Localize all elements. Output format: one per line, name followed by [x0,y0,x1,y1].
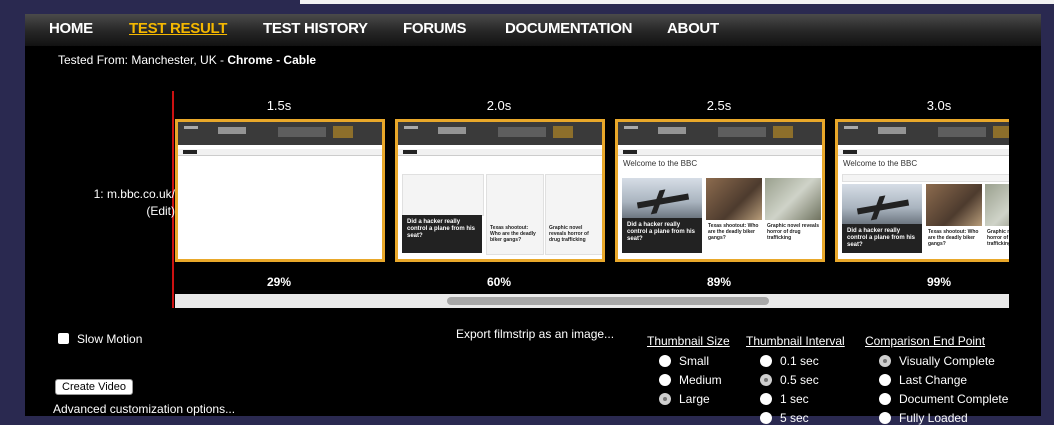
thumb-caption: Texas shootout: Who are the deadly biker… [928,229,979,247]
nav-forums[interactable]: FORUMS [403,20,467,37]
thumb-caption: Texas shootout: Who are the deadly biker… [708,223,759,241]
story-image [985,184,1009,226]
interval-option-5[interactable]: 5 sec [760,411,809,425]
radio-icon[interactable] [879,374,891,386]
tested-from: Tested From: Manchester, UK - Chrome - C… [58,53,316,67]
thumbnail-interval-heading: Thumbnail Interval [746,334,845,348]
comparison-end-heading: Comparison End Point [865,334,986,348]
thumb-panel [842,174,1009,182]
thumb-caption: Graphic novel reveals horror of drug tra… [767,223,819,241]
frame-time: 1.5s [266,98,292,113]
export-filmstrip-link[interactable]: Export filmstrip as an image... [456,327,614,341]
radio-selected-icon[interactable] [879,355,891,367]
filmstrip-scrollbar[interactable] [175,294,1009,308]
end-option-visually-complete[interactable]: Visually Complete [879,354,995,368]
thumb-panel [402,174,484,216]
thumb-headline: Did a hacker really control a plane from… [402,215,482,253]
radio-icon[interactable] [879,393,891,405]
frame-percent: 29% [266,275,292,289]
frame-percent: 99% [926,275,952,289]
end-option-fully-loaded[interactable]: Fully Loaded [879,411,968,425]
size-option-small[interactable]: Small [659,354,709,368]
tested-location: Tested From: Manchester, UK - [58,53,228,67]
thumb-caption: Graphic novel reveals horror of drug tra… [987,229,1009,247]
thumb-welcome: Welcome to the BBC [623,159,698,168]
thumb-nav [178,149,382,156]
end-option-last-change[interactable]: Last Change [879,373,967,387]
filmstrip[interactable]: 1.5s 29% 2.0s Did a hacker really contro… [175,91,1009,323]
nav-home[interactable]: HOME [49,20,93,37]
app-frame: HOME TEST RESULT TEST HISTORY FORUMS DOC… [25,14,1041,425]
interval-option-0-5[interactable]: 0.5 sec [760,373,819,387]
nav-about[interactable]: ABOUT [667,20,719,37]
radio-icon[interactable] [879,412,891,424]
slow-motion-checkbox[interactable]: Slow Motion [58,332,142,346]
story-image [706,178,762,220]
thumb-nav [398,149,602,156]
frame-time: 2.0s [486,98,512,113]
top-edge-strip [300,0,1054,4]
radio-icon[interactable] [659,355,671,367]
frame-percent: 60% [486,275,512,289]
interval-option-0-1[interactable]: 0.1 sec [760,354,819,368]
create-video-button[interactable]: Create Video [55,379,134,395]
checkbox-icon[interactable] [58,333,69,344]
story-image [765,178,821,220]
thumb-header [838,122,1009,145]
size-option-large[interactable]: Large [659,392,710,406]
thumbnail-size-heading: Thumbnail Size [647,334,730,348]
thumb-nav [618,149,822,156]
thumb-headline: Did a hacker really control a plane from… [622,218,702,253]
test-row-label: 1: m.bbc.co.uk/ (Edit) [63,186,175,220]
radio-icon[interactable] [659,374,671,386]
advanced-options-link[interactable]: Advanced customization options... [53,402,235,416]
tested-connection: Cable [283,53,317,67]
edit-link[interactable]: (Edit) [63,203,175,220]
filmstrip-frame[interactable] [175,119,385,262]
main-nav: HOME TEST RESULT TEST HISTORY FORUMS DOC… [25,14,1041,46]
tested-browser: Chrome [227,53,273,67]
plane-image [622,178,702,218]
plane-image [842,184,922,224]
interval-option-1[interactable]: 1 sec [760,392,809,406]
thumb-nav [838,149,1009,156]
filmstrip-frame[interactable]: Welcome to the BBC Did a hacker really c… [835,119,1009,262]
slow-motion-label: Slow Motion [77,332,143,346]
scrollbar-thumb[interactable] [447,297,769,305]
thumb-headline: Did a hacker really control a plane from… [842,224,922,253]
radio-selected-icon[interactable] [760,374,772,386]
filmstrip-frame[interactable]: Welcome to the BBC Did a hacker really c… [615,119,825,262]
nav-test-history[interactable]: TEST HISTORY [263,20,368,37]
radio-selected-icon[interactable] [659,393,671,405]
nav-documentation[interactable]: DOCUMENTATION [505,20,633,37]
filmstrip-frame[interactable]: Did a hacker really control a plane from… [395,119,605,262]
thumb-welcome: Welcome to the BBC [843,159,918,168]
end-option-document-complete[interactable]: Document Complete [879,392,1008,406]
thumb-header [618,122,822,145]
nav-test-result[interactable]: TEST RESULT [129,20,227,37]
test-url[interactable]: 1: m.bbc.co.uk/ [63,186,175,203]
size-option-medium[interactable]: Medium [659,373,722,387]
thumb-panel: Texas shootout: Who are the deadly biker… [486,174,544,255]
frame-time: 2.5s [706,98,732,113]
thumb-panel: Graphic novel reveals horror of drug tra… [545,174,602,255]
thumb-header [398,122,602,145]
frame-time: 3.0s [926,98,952,113]
story-image [926,184,982,226]
radio-icon[interactable] [760,393,772,405]
frame-percent: 89% [706,275,732,289]
thumb-header [178,122,382,145]
tested-separator: - [272,53,284,67]
radio-icon[interactable] [760,412,772,424]
radio-icon[interactable] [760,355,772,367]
